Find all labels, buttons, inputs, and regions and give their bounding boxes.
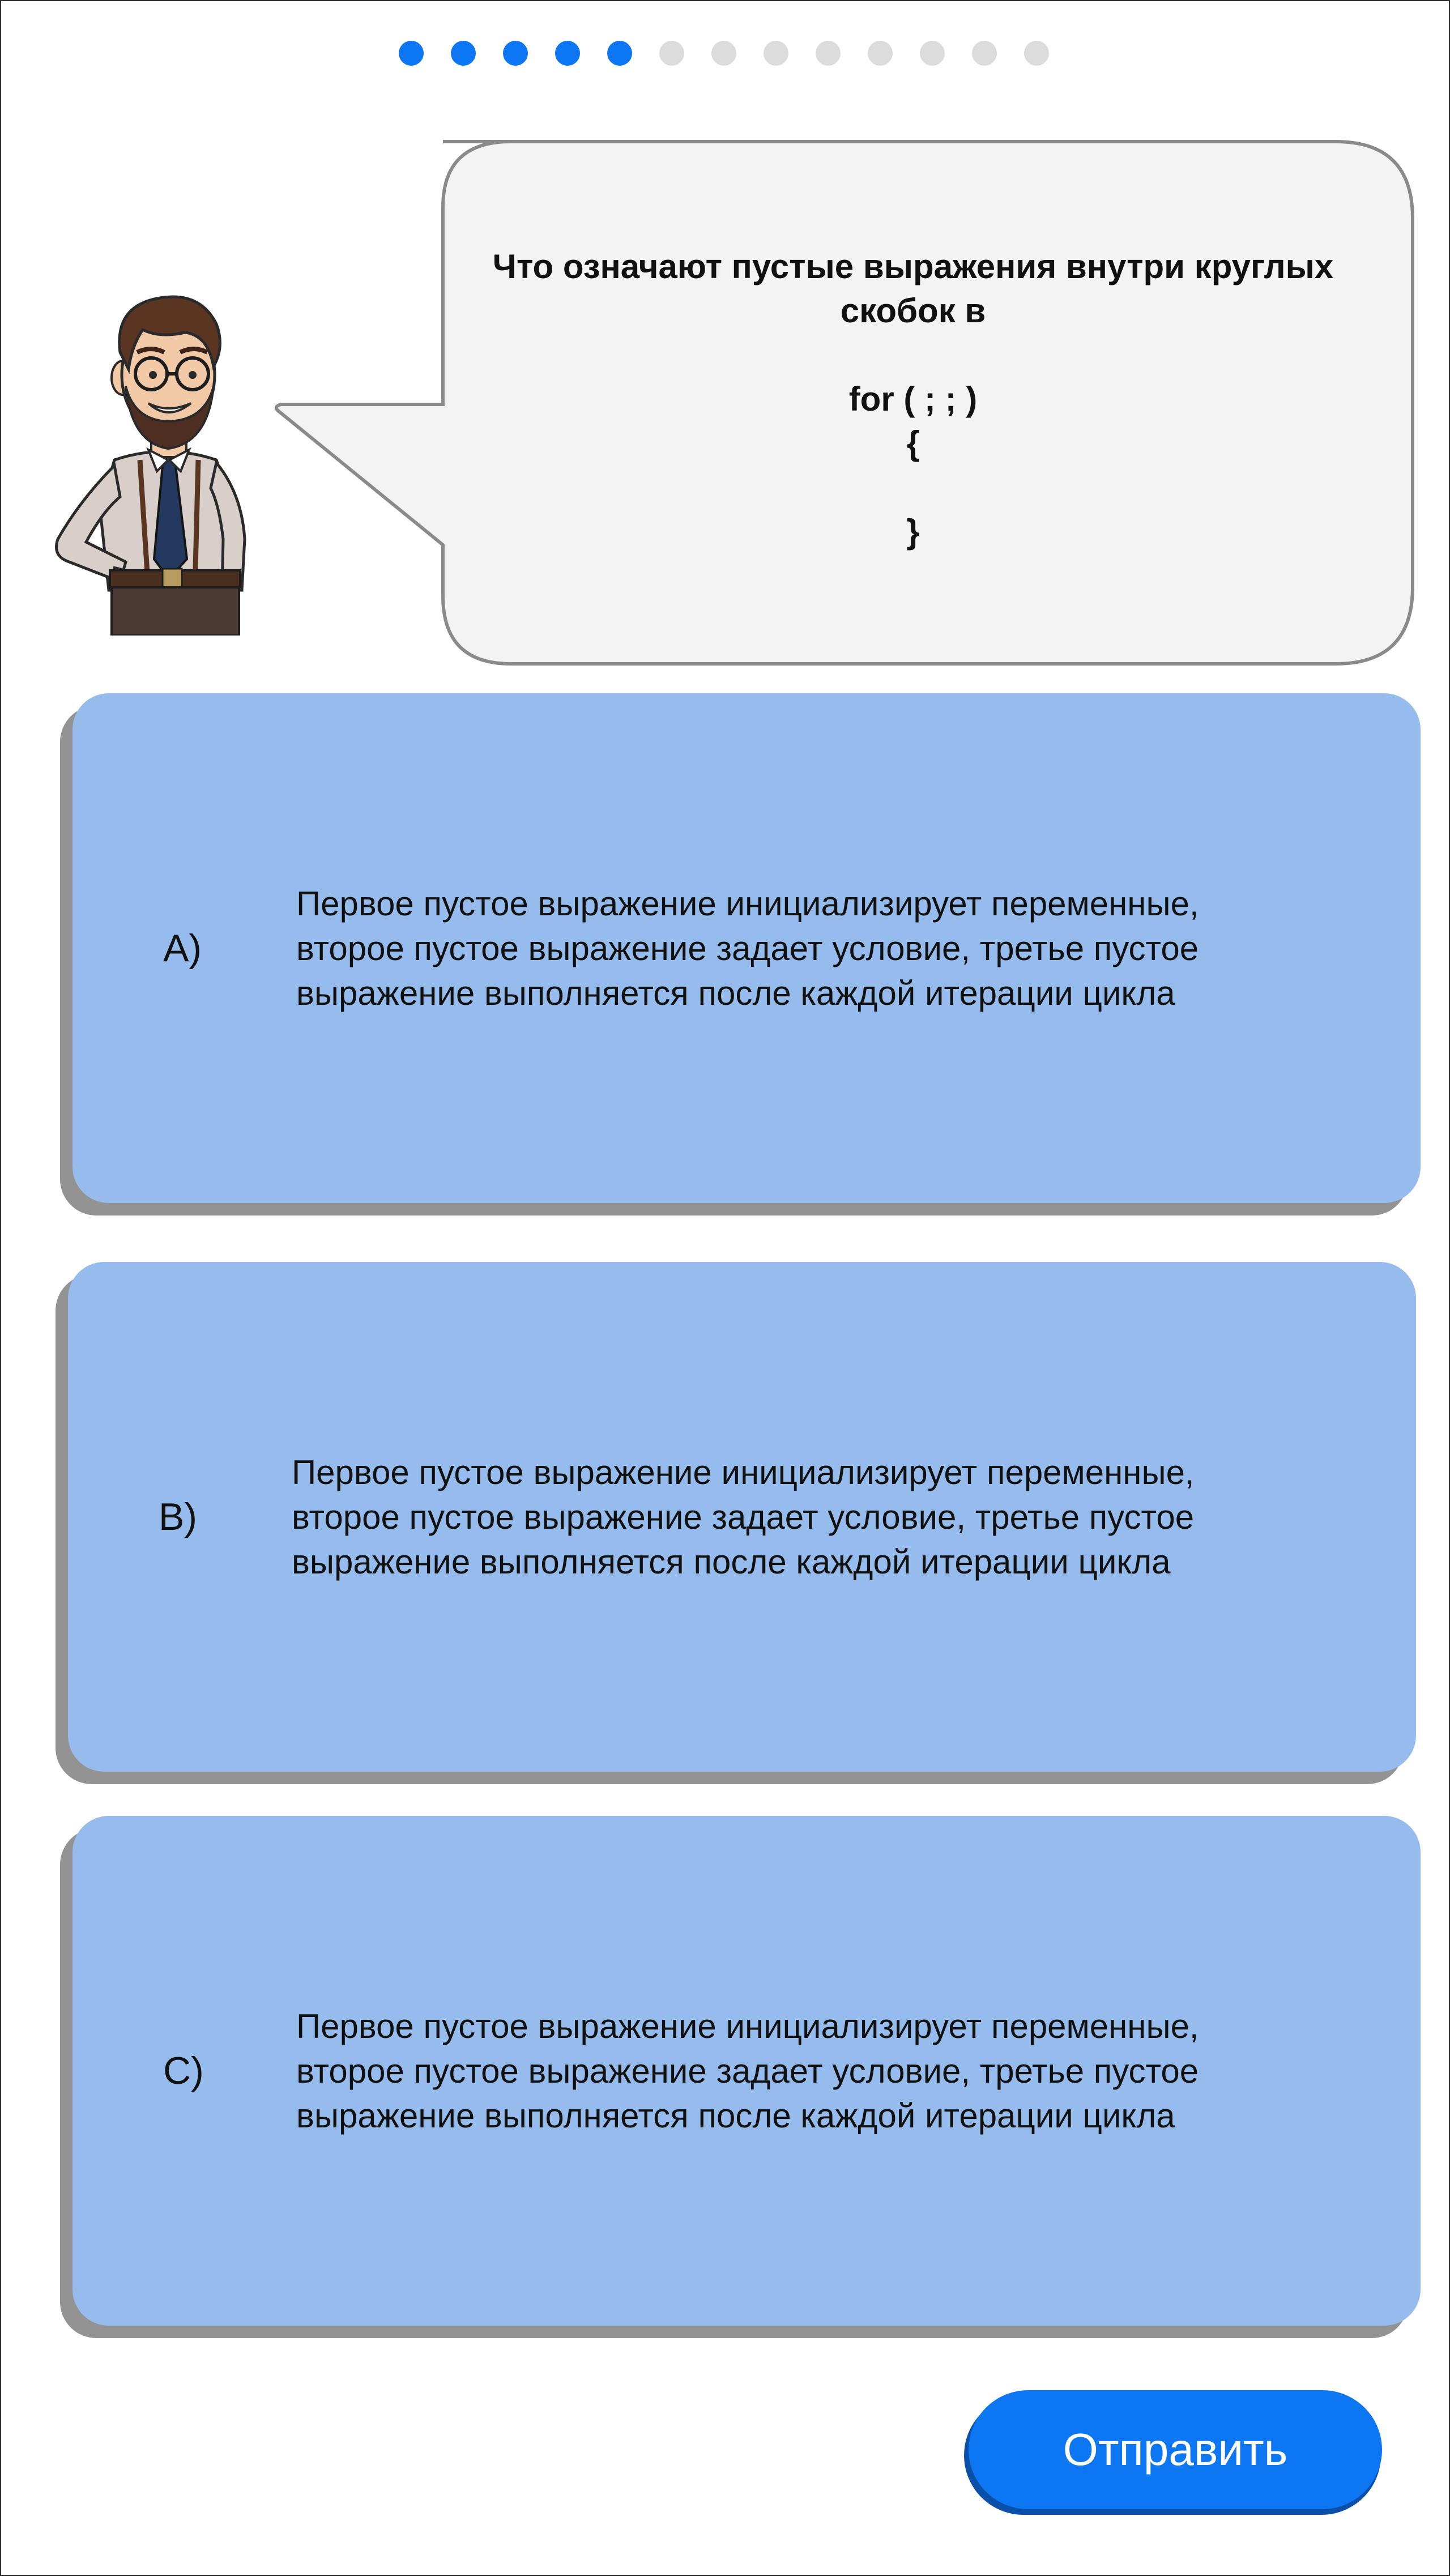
option-line: выражение выполняется после каждой итера… — [292, 1542, 1171, 1581]
progress-dot — [711, 41, 736, 66]
answer-option-c[interactable]: C) Первое пустое выражение инициализируе… — [72, 1816, 1421, 2326]
progress-dot — [972, 41, 997, 66]
option-text: Первое пустое выражение инициализирует п… — [296, 693, 1372, 1203]
submit-button[interactable]: Отправить — [969, 2390, 1382, 2509]
code-line: for ( ; ; ) — [848, 380, 978, 418]
option-line: выражение выполняется после каждой итера… — [296, 2096, 1175, 2135]
option-line: Первое пустое выражение инициализирует п… — [296, 884, 1199, 923]
progress-dot — [607, 41, 632, 66]
question-text: Что означают пустые выражения внутри кру… — [449, 245, 1378, 554]
code-line: { — [906, 424, 920, 462]
answer-option-b[interactable]: B) Первое пустое выражение инициализируе… — [68, 1262, 1416, 1772]
option-line: второе пустое выражение задает условие, … — [296, 929, 1199, 967]
progress-dot — [764, 41, 788, 66]
answer-option-a[interactable]: A) Первое пустое выражение инициализируе… — [72, 693, 1421, 1203]
progress-dot — [659, 41, 684, 66]
answer-option-c-wrapper: C) Первое пустое выражение инициализируе… — [60, 1816, 1421, 2338]
progress-dot — [816, 41, 841, 66]
app-screen: Что означают пустые выражения внутри кру… — [0, 0, 1450, 2576]
question-line: скобок в — [840, 292, 986, 330]
progress-dot — [399, 41, 424, 66]
progress-dot — [555, 41, 580, 66]
answer-option-b-wrapper: B) Первое пустое выражение инициализируе… — [56, 1262, 1416, 1784]
code-line: } — [906, 513, 920, 551]
option-text: Первое пустое выражение инициализирует п… — [296, 1816, 1372, 2326]
option-line: второе пустое выражение задает условие, … — [292, 1498, 1195, 1536]
progress-dot — [1024, 41, 1049, 66]
option-letter: C) — [163, 2049, 204, 2092]
teacher-mascot-icon — [55, 295, 246, 636]
option-line: Первое пустое выражение инициализирует п… — [292, 1453, 1195, 1491]
progress-dot — [868, 41, 893, 66]
option-letter: A) — [163, 927, 202, 970]
progress-dot — [920, 41, 945, 66]
question-line: Что означают пустые выражения внутри кру… — [492, 248, 1334, 285]
option-line: выражение выполняется после каждой итера… — [296, 974, 1175, 1012]
progress-dots — [399, 41, 1049, 66]
option-line: второе пустое выражение задает условие, … — [296, 2052, 1199, 2090]
option-line: Первое пустое выражение инициализирует п… — [296, 2007, 1199, 2045]
progress-dot — [451, 41, 476, 66]
progress-dot — [503, 41, 528, 66]
option-text: Первое пустое выражение инициализирует п… — [292, 1262, 1368, 1772]
question-line — [449, 333, 1378, 377]
option-letter: B) — [159, 1495, 197, 1538]
answer-option-a-wrapper: A) Первое пустое выражение инициализируе… — [60, 693, 1421, 1216]
